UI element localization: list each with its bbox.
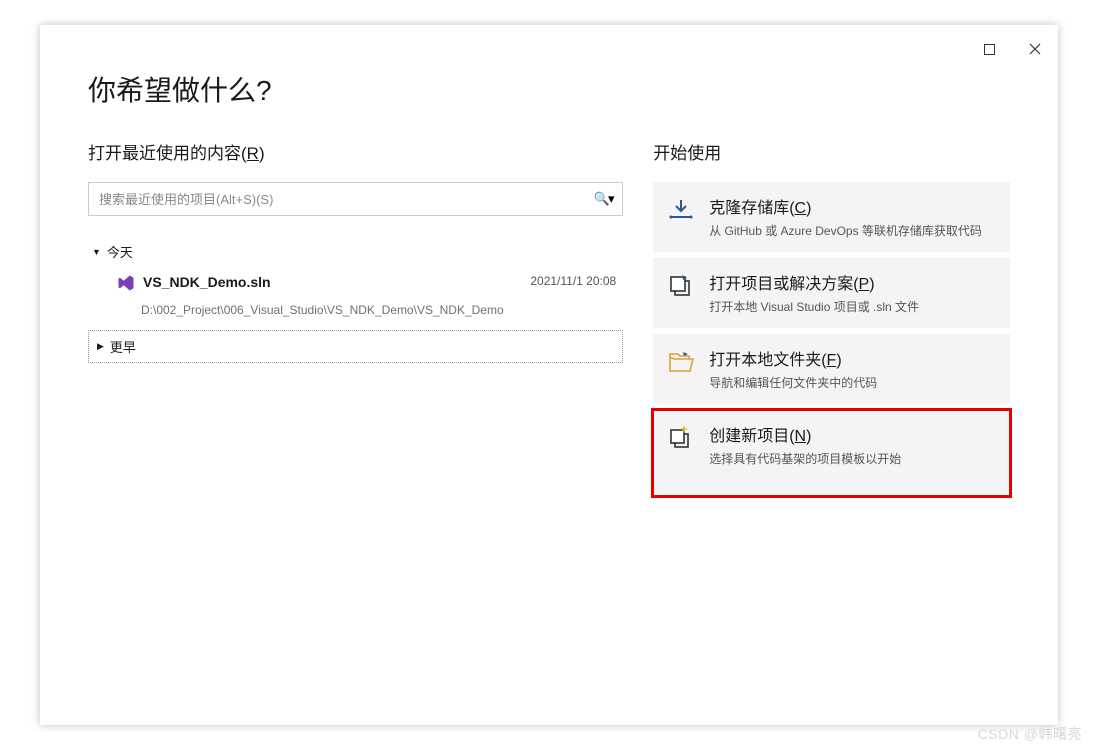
search-button[interactable]: 🔍▾ bbox=[584, 183, 622, 215]
new-project-desc: 选择具有代码基架的项目模板以开始 bbox=[709, 450, 996, 468]
clone-title: 克隆存储库(C) bbox=[709, 194, 996, 218]
recent-item-name: VS_NDK_Demo.sln bbox=[143, 274, 271, 297]
clone-desc: 从 GitHub 或 Azure DevOps 等联机存储库获取代码 bbox=[709, 222, 996, 240]
recent-title-hotkey: R bbox=[247, 144, 259, 163]
folder-icon bbox=[667, 348, 695, 376]
start-window: 你希望做什么? 打开最近使用的内容(R) 🔍▾ ▼ 今天 bbox=[40, 25, 1058, 725]
start-column: 开始使用 克隆存储库(C) 从 GitHub 或 Azure DevOps 等联… bbox=[653, 139, 1010, 502]
watermark: CSDN @韩曙亮 bbox=[978, 724, 1082, 744]
close-button[interactable] bbox=[1012, 33, 1058, 65]
recent-title-post: ) bbox=[259, 144, 265, 163]
recent-section-title: 打开最近使用的内容(R) bbox=[88, 139, 623, 164]
open-project-text: 打开项目或解决方案(P) 打开本地 Visual Studio 项目或 .sln… bbox=[709, 270, 996, 316]
solution-icon bbox=[117, 274, 135, 297]
open-folder-title: 打开本地文件夹(F) bbox=[709, 346, 996, 370]
chevron-right-icon: ▶ bbox=[97, 341, 104, 352]
recent-item[interactable]: VS_NDK_Demo.sln 2021/11/1 20:08 D:\002_P… bbox=[88, 267, 623, 328]
page-title: 你希望做什么? bbox=[88, 69, 1010, 109]
open-folder-desc: 导航和编辑任何文件夹中的代码 bbox=[709, 374, 996, 392]
open-project-card[interactable]: 打开项目或解决方案(P) 打开本地 Visual Studio 项目或 .sln… bbox=[653, 258, 1010, 328]
window-titlebar bbox=[966, 25, 1058, 65]
maximize-button[interactable] bbox=[966, 33, 1012, 65]
open-project-desc: 打开本地 Visual Studio 项目或 .sln 文件 bbox=[709, 298, 996, 316]
search-input[interactable] bbox=[89, 183, 584, 215]
start-section-title: 开始使用 bbox=[653, 139, 1010, 164]
recent-item-path: D:\002_Project\006_Visual_Studio\VS_NDK_… bbox=[141, 303, 620, 317]
open-folder-card[interactable]: 打开本地文件夹(F) 导航和编辑任何文件夹中的代码 bbox=[653, 334, 1010, 404]
clone-icon bbox=[667, 196, 695, 224]
recent-item-left: VS_NDK_Demo.sln bbox=[117, 274, 271, 297]
new-project-title: 创建新项目(N) bbox=[709, 422, 996, 446]
group-today[interactable]: ▼ 今天 bbox=[88, 236, 623, 267]
recent-column: 打开最近使用的内容(R) 🔍▾ ▼ 今天 bbox=[88, 139, 623, 502]
columns: 打开最近使用的内容(R) 🔍▾ ▼ 今天 bbox=[88, 139, 1010, 502]
content-area: 你希望做什么? 打开最近使用的内容(R) 🔍▾ ▼ 今天 bbox=[88, 69, 1010, 695]
new-project-card[interactable]: 创建新项目(N) 选择具有代码基架的项目模板以开始 bbox=[653, 410, 1010, 496]
chevron-down-icon: ▼ bbox=[92, 247, 101, 257]
recent-title-pre: 打开最近使用的内容( bbox=[88, 144, 247, 163]
group-today-label: 今天 bbox=[107, 242, 133, 261]
new-project-text: 创建新项目(N) 选择具有代码基架的项目模板以开始 bbox=[709, 422, 996, 468]
new-project-icon bbox=[667, 424, 695, 452]
open-project-title: 打开项目或解决方案(P) bbox=[709, 270, 996, 294]
search-icon: 🔍▾ bbox=[594, 191, 613, 207]
group-earlier[interactable]: ▶ 更早 bbox=[88, 330, 623, 363]
clone-repo-card[interactable]: 克隆存储库(C) 从 GitHub 或 Azure DevOps 等联机存储库获… bbox=[653, 182, 1010, 252]
open-project-icon bbox=[667, 272, 695, 300]
open-folder-text: 打开本地文件夹(F) 导航和编辑任何文件夹中的代码 bbox=[709, 346, 996, 392]
recent-item-head: VS_NDK_Demo.sln 2021/11/1 20:08 bbox=[117, 274, 620, 297]
group-earlier-label: 更早 bbox=[110, 337, 136, 356]
recent-item-date: 2021/11/1 20:08 bbox=[530, 274, 620, 288]
search-wrapper: 🔍▾ bbox=[88, 182, 623, 216]
clone-text: 克隆存储库(C) 从 GitHub 或 Azure DevOps 等联机存储库获… bbox=[709, 194, 996, 240]
